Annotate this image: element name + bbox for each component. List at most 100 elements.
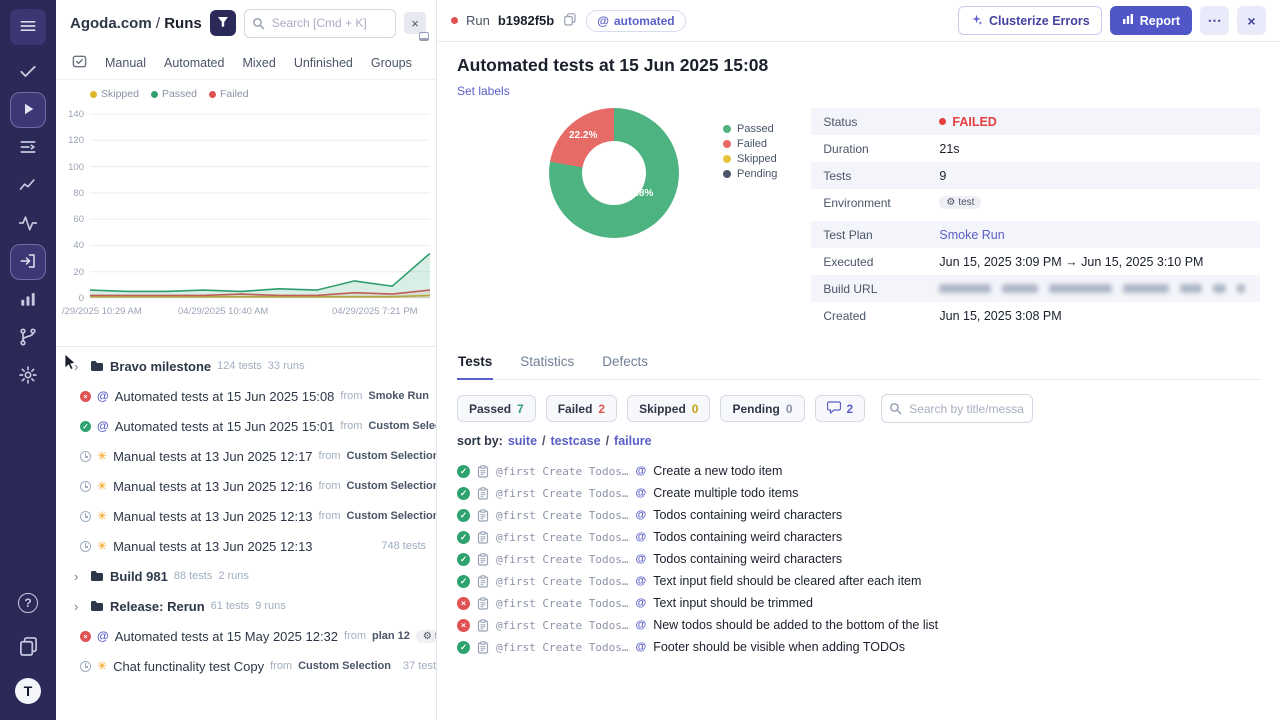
run-title: Manual tests at 13 Jun 2025 12:13 (113, 538, 313, 554)
folder-tests-count: 61 tests (210, 600, 250, 612)
detail-row-duration: Duration 21s (811, 135, 1260, 162)
test-row[interactable]: ✓ @first Create Todos… @ Text input field s… (457, 570, 1260, 592)
nav-tests[interactable] (10, 54, 46, 90)
test-title: Footer should be visible when adding TOD… (653, 640, 905, 654)
milestone-folder-row[interactable]: › Build 981 88 tests 2 runs (56, 561, 436, 591)
more-options-button[interactable]: ⋯ (1200, 6, 1229, 35)
run-row[interactable]: ✳ Manual tests at 13 Jun 2025 12:13 748 te… (56, 531, 436, 561)
filter-passed[interactable]: Passed 7 (457, 395, 536, 422)
tab-statistics[interactable]: Statistics (519, 345, 575, 380)
automated-at-icon: @ (635, 487, 647, 499)
pin-panel-icon[interactable] (419, 32, 429, 41)
test-row[interactable]: × @first Create Todos… @ New todos should b… (457, 614, 1260, 636)
report-button[interactable]: Report (1109, 6, 1192, 35)
panel-close-button[interactable]: × (404, 12, 426, 34)
test-row[interactable]: ✓ @first Create Todos… @ Footer should be v… (457, 636, 1260, 658)
chevron-right-icon[interactable]: › (74, 599, 84, 614)
run-row[interactable]: × @ Automated tests at 15 Jun 2025 15:08 fr… (56, 381, 436, 411)
close-run-button[interactable]: × (1237, 6, 1266, 35)
nav-analytics[interactable] (10, 168, 46, 204)
passed-icon: ✓ (457, 508, 470, 522)
test-row[interactable]: ✓ @first Create Todos… @ Todos containing w… (457, 548, 1260, 570)
menu-button[interactable] (10, 9, 46, 45)
test-title: Todos containing weird characters (653, 508, 843, 522)
panel-tab-unfinished[interactable]: Unfinished (294, 56, 353, 70)
nav-settings[interactable] (10, 358, 46, 394)
test-row[interactable]: × @first Create Todos… @ Text input should … (457, 592, 1260, 614)
status-text: FAILED (952, 114, 997, 129)
automated-badge[interactable]: @ automated (586, 9, 686, 32)
test-suite-path: @first Create Todos… (496, 574, 629, 588)
milestone-folder-row[interactable]: › Release: Rerun 61 tests 9 runs (56, 591, 436, 621)
app-sidebar: ? T (0, 0, 56, 720)
test-row[interactable]: ✓ @first Create Todos… @ Todos containing w… (457, 504, 1260, 526)
sort-by-testcase[interactable]: testcase (551, 434, 601, 448)
environment-name: test (958, 197, 975, 208)
test-row[interactable]: ✓ @first Create Todos… @ Create multiple to… (457, 482, 1260, 504)
test-title: Create multiple todo items (653, 486, 799, 500)
tab-defects[interactable]: Defects (601, 345, 649, 380)
run-row[interactable]: ✳ Manual tests at 13 Jun 2025 12:16 from Cu… (56, 471, 436, 501)
test-row[interactable]: ✓ @first Create Todos… @ Todos containing w… (457, 526, 1260, 548)
chevron-right-icon[interactable]: › (74, 569, 84, 584)
detail-row-status: Status FAILED (811, 108, 1260, 135)
panel-tab-manual[interactable]: Manual (105, 56, 146, 70)
test-row[interactable]: ✓ @first Create Todos… @ Create a new todo … (457, 460, 1260, 482)
detail-value: Jun 15, 2025 3:09 PM → Jun 15, 2025 3:10… (939, 254, 1204, 269)
run-detail-header: Run b1982f5b @ automated Clusterize Erro… (437, 0, 1280, 42)
project-name[interactable]: Agoda.com (70, 15, 152, 32)
clusterize-errors-button[interactable]: Clusterize Errors (957, 6, 1102, 35)
tests-search-input[interactable] (881, 394, 1034, 423)
nav-suites[interactable] (10, 130, 46, 166)
run-row[interactable]: ✳ Manual tests at 13 Jun 2025 12:17 from Cu… (56, 441, 436, 471)
runs-panel-header: Agoda.com / Runs × (56, 0, 436, 46)
nav-help[interactable]: ? (10, 585, 46, 621)
nav-branches[interactable] (10, 320, 46, 356)
results-donut-chart: 22.2% 77.8% (549, 108, 679, 238)
sort-by-suite[interactable]: suite (508, 434, 537, 448)
comments-count: 2 (846, 401, 854, 416)
nav-pulse[interactable] (10, 206, 46, 242)
docs-icon (19, 636, 38, 659)
run-row[interactable]: × @ Automated tests at 15 May 2025 12:32 fr… (56, 621, 436, 651)
nav-reports[interactable] (10, 282, 46, 318)
copy-run-id-button[interactable] (562, 11, 578, 31)
sort-by-failure[interactable]: failure (614, 434, 652, 448)
x-axis-label: /29/2025 10:29 AM (62, 306, 142, 317)
nav-docs[interactable] (10, 629, 46, 665)
y-axis-label: 40 (73, 240, 84, 252)
run-row[interactable]: ✳ Chat functinality test Copy from Custom S… (56, 651, 436, 681)
from-label: from (344, 630, 367, 642)
filter-button[interactable] (209, 10, 236, 36)
filter-failed[interactable]: Failed 2 (545, 395, 618, 422)
nav-runs[interactable] (10, 92, 46, 128)
folder-title: Build 981 (110, 568, 168, 584)
test-title: Todos containing weird characters (653, 530, 843, 544)
app-root: ? T Agoda.com / Runs × (0, 0, 1280, 720)
panel-tab-automated[interactable]: Automated (164, 56, 224, 70)
detail-value: ⚙ test (939, 196, 991, 209)
run-row[interactable]: ✳ Manual tests at 13 Jun 2025 12:13 from Cu… (56, 501, 436, 531)
comments-filter-chip[interactable]: 2 (814, 395, 866, 422)
filter-skipped[interactable]: Skipped 0 (627, 395, 711, 422)
milestone-folder-row[interactable]: › Bravo milestone 124 tests 33 runs (56, 351, 436, 381)
folder-icon (90, 600, 104, 612)
run-row[interactable]: ✓ @ Automated tests at 15 Jun 2025 15:01 fr… (56, 411, 436, 441)
detail-value: 9 (939, 168, 947, 183)
nav-logo[interactable]: T (10, 673, 46, 709)
manual-icon: ✳ (97, 509, 108, 523)
panel-tab-groups[interactable]: Groups (371, 56, 412, 70)
automated-at-icon: @ (635, 597, 647, 609)
chart-canvas (89, 104, 431, 307)
test-suite-path: @first Create Todos… (496, 640, 629, 654)
nav-import-export[interactable] (10, 244, 46, 280)
tab-tests[interactable]: Tests (457, 345, 494, 380)
filter-pending[interactable]: Pending 0 (720, 395, 805, 422)
search-input[interactable] (243, 8, 396, 38)
funnel-icon (217, 16, 229, 31)
panel-tab-mixed[interactable]: Mixed (242, 56, 275, 70)
redacted-text-blob (1237, 284, 1245, 293)
test-plan-link[interactable]: Smoke Run (939, 228, 1004, 242)
detail-label: Duration (823, 141, 869, 156)
set-labels-link[interactable]: Set labels (457, 84, 510, 98)
